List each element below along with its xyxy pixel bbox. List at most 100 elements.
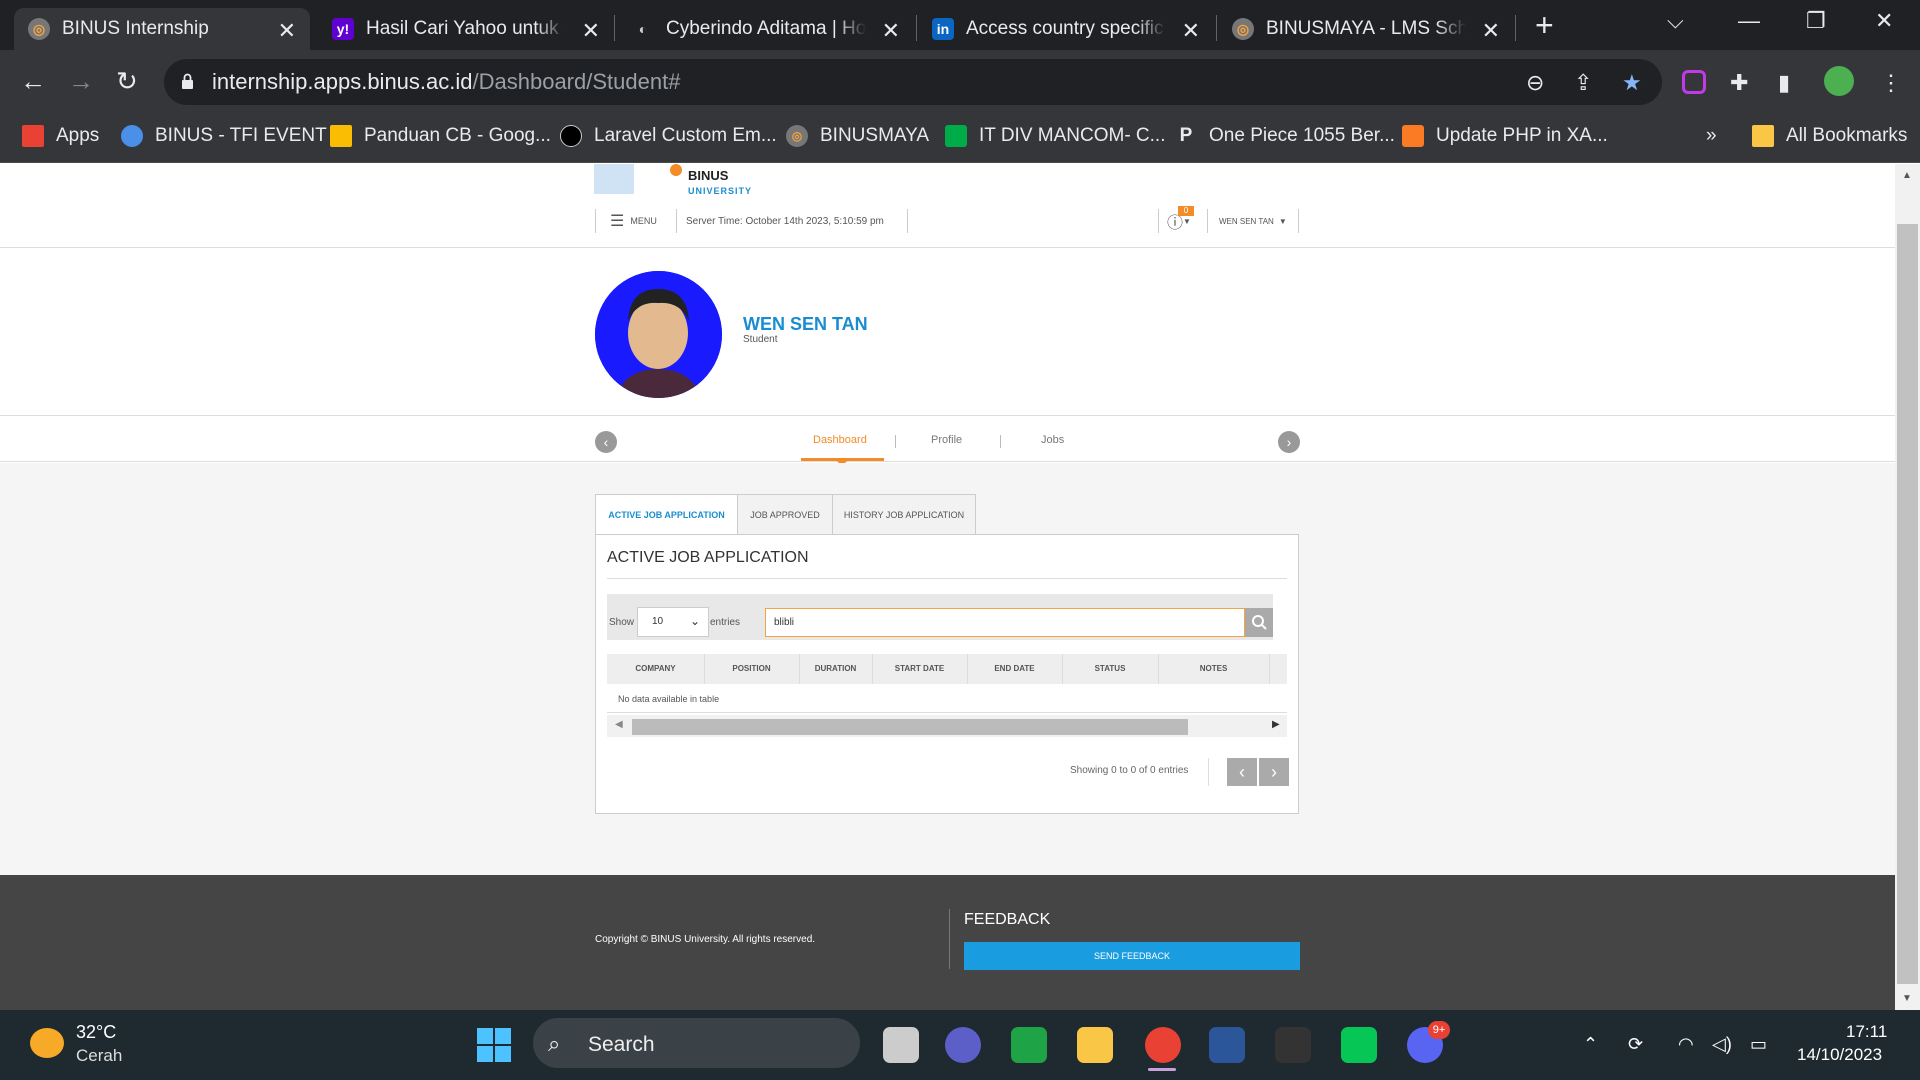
windows-start-icon[interactable] bbox=[477, 1028, 511, 1062]
taskbar-search[interactable] bbox=[533, 1018, 860, 1068]
scroll-right-icon[interactable]: ▶ bbox=[1272, 719, 1280, 730]
nav-jobs[interactable]: Jobs bbox=[1041, 434, 1064, 446]
bookmark-apps[interactable]: Apps bbox=[22, 123, 99, 149]
next-page-button[interactable]: › bbox=[1259, 758, 1289, 786]
tab-divider bbox=[614, 15, 615, 41]
close-tab-icon[interactable]: ✕ bbox=[582, 18, 600, 44]
url-host: internship.apps.binus.ac.id bbox=[212, 69, 473, 94]
scrollbar-thumb[interactable] bbox=[632, 719, 1188, 735]
tab-cyberindo[interactable]: ◐ Cyberindo Aditama | Hor ✕ bbox=[618, 8, 914, 50]
bookmark-laravel[interactable]: Laravel Custom Em... bbox=[560, 123, 777, 149]
table-search-input[interactable]: blibli bbox=[765, 608, 1245, 637]
entries-label: entries bbox=[710, 617, 741, 628]
close-tab-icon[interactable]: ✕ bbox=[1482, 18, 1500, 44]
tab-binus-internship[interactable]: ◎ BINUS Internship ✕ bbox=[14, 8, 310, 50]
sync-icon[interactable]: ⟳ bbox=[1628, 1034, 1643, 1055]
tab-job-approved[interactable]: JOB APPROVED bbox=[737, 494, 833, 535]
back-arrow-icon[interactable]: ← bbox=[20, 66, 46, 97]
scroll-up-icon[interactable]: ▲ bbox=[1902, 170, 1912, 181]
bookmark-binusmaya[interactable]: ◎ BINUSMAYA bbox=[786, 123, 929, 149]
tab-binusmaya[interactable]: ◎ BINUSMAYA - LMS Schec ✕ bbox=[1218, 8, 1514, 50]
tab-title: Access country specific e bbox=[966, 18, 1166, 39]
share-icon[interactable]: ⇪ bbox=[1574, 70, 1592, 96]
entries-select[interactable]: 10 ⌄ bbox=[637, 607, 709, 637]
tab-divider bbox=[1515, 15, 1516, 41]
all-bookmarks-folder[interactable]: All Bookmarks bbox=[1752, 123, 1907, 149]
line-icon[interactable] bbox=[1341, 1027, 1377, 1063]
figma-icon[interactable] bbox=[1275, 1027, 1311, 1063]
close-tab-icon[interactable]: ✕ bbox=[278, 18, 296, 44]
weather-condition[interactable]: Cerah bbox=[76, 1046, 122, 1066]
profile-role: Student bbox=[743, 334, 778, 345]
restore-button[interactable]: ❐ bbox=[1806, 8, 1826, 34]
profile-avatar-icon[interactable] bbox=[1824, 66, 1854, 96]
bookmarks-overflow-button[interactable]: » bbox=[1706, 123, 1717, 149]
chevron-down-icon: ⌄ bbox=[689, 614, 700, 628]
panel-title: ACTIVE JOB APPLICATION bbox=[607, 549, 809, 566]
word-icon[interactable] bbox=[1209, 1027, 1245, 1063]
tab-yahoo[interactable]: y! Hasil Cari Yahoo untuk P ✕ bbox=[318, 8, 614, 50]
nav-dashboard[interactable]: Dashboard bbox=[813, 434, 867, 446]
bookmark-panduan-cb[interactable]: Panduan CB - Goog... bbox=[330, 123, 551, 149]
bookmark-it-div[interactable]: IT DIV MANCOM- C... bbox=[945, 123, 1165, 149]
search-icon[interactable] bbox=[1245, 608, 1273, 637]
entries-value: 10 bbox=[652, 616, 664, 627]
task-view-icon[interactable] bbox=[883, 1027, 919, 1063]
side-panel-icon[interactable]: ▮ bbox=[1778, 70, 1790, 96]
tab-history-job-application[interactable]: HISTORY JOB APPLICATION bbox=[832, 494, 976, 535]
wifi-icon[interactable]: ◠ bbox=[1678, 1034, 1694, 1055]
yahoo-favicon-icon: y! bbox=[332, 18, 354, 40]
tab-search-icon[interactable]: ⌵ bbox=[1667, 8, 1684, 34]
google-chat-icon[interactable] bbox=[1011, 1027, 1047, 1063]
teams-chat-icon[interactable] bbox=[945, 1027, 981, 1063]
bookmark-one-piece[interactable]: P One Piece 1055 Ber... bbox=[1175, 123, 1395, 149]
tab-linkedin[interactable]: in Access country specific e ✕ bbox=[918, 8, 1214, 50]
extension-color-icon[interactable] bbox=[1682, 70, 1706, 94]
nav-profile[interactable]: Profile bbox=[931, 434, 962, 446]
divider bbox=[1208, 758, 1209, 786]
bookmark-label: All Bookmarks bbox=[1786, 125, 1908, 146]
bookmark-star-icon[interactable]: ★ bbox=[1622, 70, 1642, 96]
forward-arrow-icon[interactable]: → bbox=[68, 66, 94, 97]
clock-date[interactable]: 14/10/2023 bbox=[1797, 1045, 1882, 1065]
tab-active-job-application[interactable]: ACTIVE JOB APPLICATION bbox=[595, 494, 738, 535]
zoom-icon[interactable]: ⊖ bbox=[1526, 70, 1544, 96]
column-duration[interactable]: DURATION bbox=[799, 664, 872, 673]
user-menu-button[interactable]: WEN SEN TAN ▼ bbox=[1219, 209, 1287, 233]
close-window-button[interactable]: ✕ bbox=[1875, 8, 1893, 34]
new-tab-button[interactable]: + bbox=[1535, 9, 1554, 41]
column-status[interactable]: STATUS bbox=[1062, 664, 1158, 673]
reload-icon[interactable]: ↻ bbox=[116, 66, 138, 97]
extensions-puzzle-icon[interactable]: ✚ bbox=[1730, 70, 1748, 96]
profile-section bbox=[0, 248, 1895, 416]
bookmark-update-php[interactable]: Update PHP in XA... bbox=[1402, 123, 1608, 149]
tray-overflow-icon[interactable]: ⌃ bbox=[1583, 1034, 1598, 1055]
scroll-down-icon[interactable]: ▼ bbox=[1902, 993, 1912, 1004]
scroll-left-icon[interactable]: ◀ bbox=[615, 719, 623, 730]
weather-icon[interactable] bbox=[30, 1028, 64, 1058]
chrome-menu-icon[interactable]: ⋮ bbox=[1880, 70, 1902, 96]
bookmark-tfi-event[interactable]: BINUS - TFI EVENT bbox=[121, 123, 327, 149]
send-feedback-button[interactable]: SEND FEEDBACK bbox=[964, 942, 1300, 970]
logo-subtext: UNIVERSITY bbox=[688, 186, 753, 196]
column-notes[interactable]: NOTES bbox=[1158, 664, 1269, 673]
divider bbox=[676, 209, 677, 233]
close-tab-icon[interactable]: ✕ bbox=[1182, 18, 1200, 44]
chrome-icon[interactable] bbox=[1145, 1027, 1181, 1063]
column-end-date[interactable]: END DATE bbox=[967, 664, 1062, 673]
menu-button[interactable]: ☰ MENU bbox=[610, 209, 657, 233]
weather-temperature[interactable]: 32°C bbox=[76, 1022, 116, 1043]
volume-icon[interactable]: ◁) bbox=[1712, 1034, 1732, 1055]
previous-page-button[interactable]: ‹ bbox=[1227, 758, 1257, 786]
minimize-button[interactable]: — bbox=[1738, 8, 1760, 34]
battery-icon[interactable]: ▭ bbox=[1750, 1034, 1767, 1055]
clock-time[interactable]: 17:11 bbox=[1846, 1022, 1887, 1042]
column-company[interactable]: COMPANY bbox=[607, 664, 704, 673]
chevron-right-icon[interactable]: › bbox=[1278, 431, 1300, 453]
chevron-left-icon[interactable]: ‹ bbox=[595, 431, 617, 453]
file-explorer-icon[interactable] bbox=[1077, 1027, 1113, 1063]
column-position[interactable]: POSITION bbox=[704, 664, 799, 673]
page-scrollbar-thumb[interactable] bbox=[1897, 224, 1918, 984]
close-tab-icon[interactable]: ✕ bbox=[882, 18, 900, 44]
column-start-date[interactable]: START DATE bbox=[872, 664, 967, 673]
